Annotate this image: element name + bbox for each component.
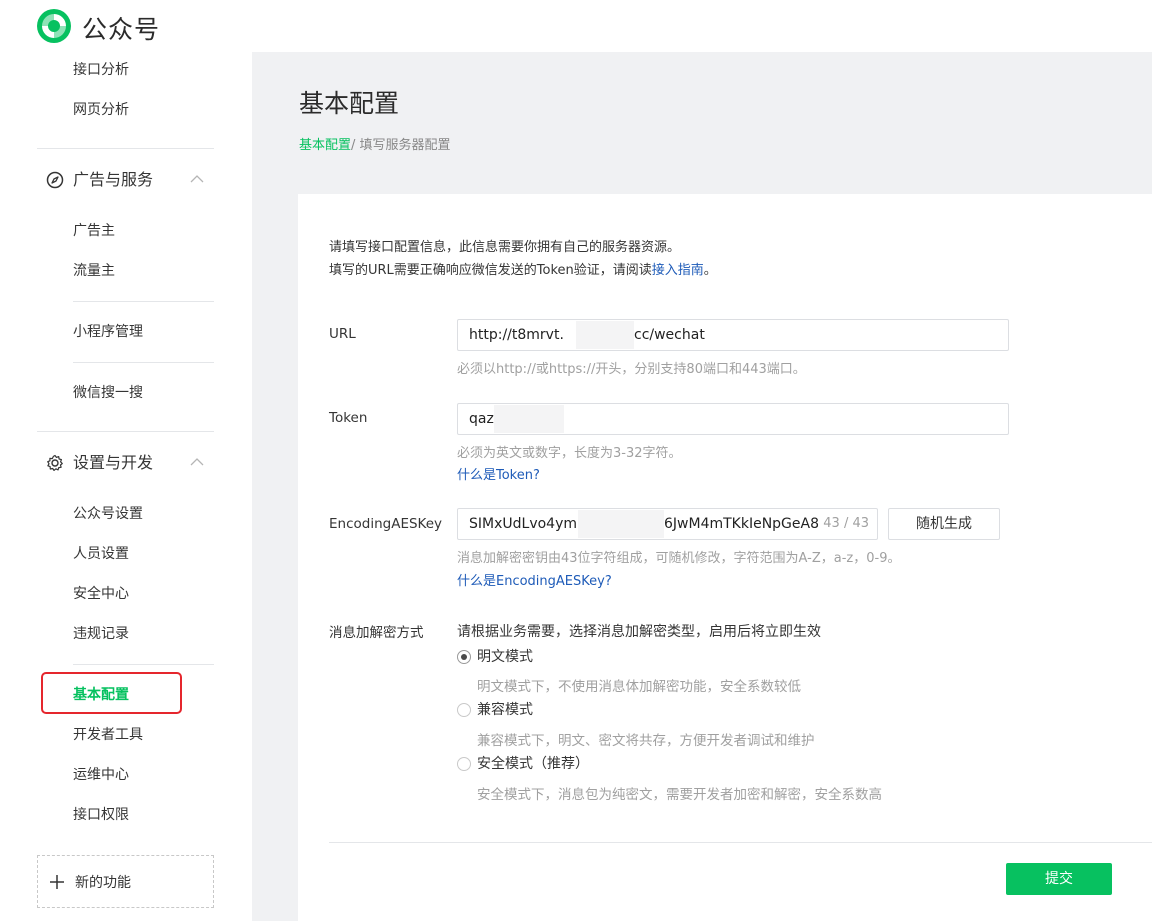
url-hint: 必须以http://或https://开头，分别支持80端口和443端口。 (457, 362, 806, 377)
sidebar-item-violation-records[interactable]: 违规记录 (73, 624, 129, 644)
wechat-official-account-logo[interactable] (36, 8, 72, 44)
sidebar-item-developer-tools[interactable]: 开发者工具 (73, 725, 143, 745)
sidebar-item-publisher[interactable]: 流量主 (73, 261, 115, 281)
aes-key-value-start: SIMxUdLvo4ym (469, 516, 577, 532)
redacted-patch (576, 321, 634, 349)
sidebar-divider (73, 664, 214, 665)
radio-description: 兼容模式下，明文、密文将共存，方便开发者调试和维护 (477, 733, 815, 749)
gear-icon (47, 454, 63, 471)
intro-text-suffix: 。 (703, 263, 717, 278)
sidebar-divider (37, 431, 214, 432)
random-generate-button[interactable]: 随机生成 (888, 508, 1000, 540)
url-label: URL (329, 326, 356, 342)
token-hint: 必须为英文或数字，长度为3-32字符。 (457, 446, 682, 461)
top-bar: 公众号 (0, 0, 1152, 52)
radio-button-checked[interactable] (457, 650, 471, 664)
url-input[interactable]: http://t8mrvt. cc/wechat (457, 319, 1009, 351)
plus-icon (50, 875, 64, 889)
chevron-up-icon[interactable] (190, 458, 204, 466)
sidebar-item-wechat-search[interactable]: 微信搜一搜 (73, 383, 143, 403)
encryption-mode-label: 消息加解密方式 (329, 625, 424, 641)
redacted-patch (494, 405, 564, 433)
page-title: 基本配置 (299, 89, 400, 118)
radio-description: 明文模式下，不使用消息体加解密功能，安全系数较低 (477, 679, 801, 695)
sidebar-item-api-permissions[interactable]: 接口权限 (73, 805, 129, 825)
what-is-token-link[interactable]: 什么是Token? (457, 464, 540, 483)
aes-key-value-end: 6JwM4mTKkIeNpGeA8c (664, 516, 822, 532)
sidebar-divider (73, 301, 214, 302)
what-is-aes-key-link[interactable]: 什么是EncodingAESKey? (457, 570, 612, 589)
sidebar-group-ads[interactable]: 广告与服务 (46, 168, 216, 192)
sidebar-group-settings[interactable]: 设置与开发 (46, 451, 216, 475)
sidebar-group-label: 设置与开发 (73, 453, 154, 472)
aes-key-input[interactable]: SIMxUdLvo4ym 6JwM4mTKkIeNpGeA8c 43 / 43 (457, 508, 878, 540)
sidebar-divider (73, 362, 214, 363)
radio-label: 兼容模式 (477, 702, 533, 718)
sidebar-item-account-settings[interactable]: 公众号设置 (73, 504, 143, 524)
sidebar-item-member-settings[interactable]: 人员设置 (73, 544, 129, 564)
sidebar-group-label: 广告与服务 (73, 170, 154, 189)
intro-text-prefix: 填写的URL需要正确响应微信发送的Token验证，请阅读 (329, 263, 652, 278)
sidebar-item-web-analysis[interactable]: 网页分析 (73, 100, 129, 120)
sidebar-item-api-analysis[interactable]: 接口分析 (73, 60, 129, 80)
sidebar-divider (37, 148, 214, 149)
sidebar-item-security-center[interactable]: 安全中心 (73, 584, 129, 604)
chevron-up-icon[interactable] (190, 175, 204, 183)
token-input[interactable]: qaz (457, 403, 1009, 435)
url-value-end: cc/wechat (634, 327, 705, 343)
encryption-mode-description: 请根据业务需要，选择消息加解密类型，启用后将立即生效 (457, 624, 821, 640)
breadcrumb-link-basic-config[interactable]: 基本配置 (299, 138, 351, 153)
new-feature-button[interactable]: 新的功能 (37, 855, 214, 908)
aes-key-counter: 43 / 43 (819, 509, 869, 539)
app-title: 公众号 (82, 15, 161, 44)
sidebar-item-advertiser[interactable]: 广告主 (73, 221, 115, 241)
submit-button[interactable]: 提交 (1006, 863, 1112, 895)
compass-icon (46, 171, 64, 189)
form-footer-divider (329, 842, 1152, 843)
token-label: Token (329, 410, 368, 426)
radio-label: 明文模式 (477, 649, 533, 665)
radio-button[interactable] (457, 703, 471, 717)
aes-key-hint: 消息加解密密钥由43位字符组成，可随机修改，字符范围为A-Z，a-z，0-9。 (457, 551, 901, 566)
access-guide-link[interactable]: 接入指南 (652, 263, 704, 278)
radio-label: 安全模式（推荐） (477, 756, 589, 772)
redacted-patch (578, 510, 664, 538)
radio-button[interactable] (457, 757, 471, 771)
new-feature-label: 新的功能 (75, 875, 131, 891)
annotation-highlight-box (41, 672, 182, 714)
sidebar-item-miniprogram[interactable]: 小程序管理 (73, 322, 143, 342)
aes-key-label: EncodingAESKey (329, 516, 443, 532)
breadcrumb: 基本配置/ 填写服务器配置 (299, 134, 451, 153)
url-value-start: http://t8mrvt. (469, 327, 564, 343)
sidebar-item-ops-center[interactable]: 运维中心 (73, 765, 129, 785)
intro-text-2: 填写的URL需要正确响应微信发送的Token验证，请阅读接入指南。 (329, 259, 717, 278)
token-value: qaz (469, 411, 494, 427)
intro-text: 请填写接口配置信息，此信息需要你拥有自己的服务器资源。 (329, 240, 681, 255)
breadcrumb-current: / 填写服务器配置 (351, 138, 451, 153)
radio-description: 安全模式下，消息包为纯密文，需要开发者加密和解密，安全系数高 (477, 787, 882, 803)
